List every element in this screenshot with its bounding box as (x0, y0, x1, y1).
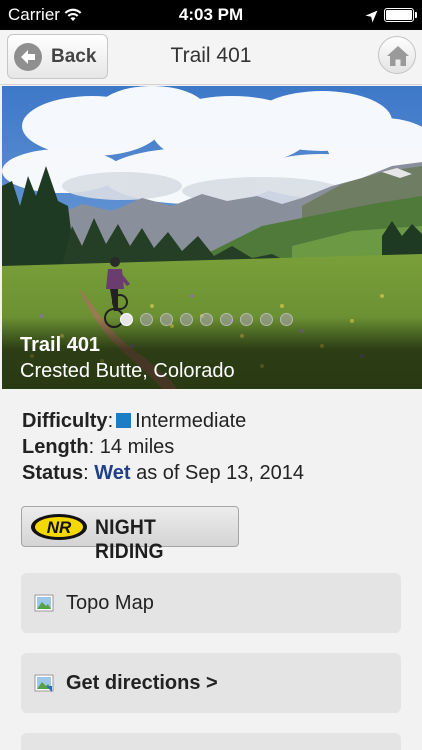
topo-map-button[interactable]: Topo Map (21, 573, 401, 633)
status-row: Status: Wet as of Sep 13, 2014 (22, 462, 305, 484)
carousel-dot[interactable] (280, 313, 293, 326)
map-image-icon (34, 594, 54, 612)
carousel-dot[interactable] (240, 313, 253, 326)
back-arrow-icon (14, 42, 42, 71)
length-label: Length (22, 436, 89, 458)
get-directions-button[interactable]: Get directions > (21, 653, 401, 713)
carousel-dot[interactable] (260, 313, 273, 326)
clock-label: 4:03 PM (178, 5, 244, 24)
night-riding-label: NIGHT RIDING (95, 516, 164, 563)
status-value: Wet (94, 462, 131, 484)
home-icon (387, 46, 409, 66)
carousel-dot[interactable] (160, 313, 173, 326)
difficulty-label: Difficulty (22, 410, 108, 432)
hero-trail-name: Trail 401 (20, 334, 101, 356)
difficulty-value: Intermediate (135, 410, 247, 432)
trail-details: Difficulty: Intermediate Length: 14 miles… (22, 408, 304, 486)
night-riding-badge[interactable]: NR NIGHT RIDING (21, 506, 239, 563)
carousel-dot[interactable] (140, 313, 153, 326)
back-button[interactable]: Back (7, 34, 108, 79)
carousel-page-indicator[interactable] (2, 313, 422, 326)
status-bar: Carrier 4:03 PM (0, 0, 422, 30)
location-arrow-icon (365, 8, 378, 28)
length-value: 14 miles (99, 436, 175, 458)
badge-logo-text: NR (47, 518, 72, 537)
trail-photo-carousel[interactable]: Trail 401 Crested Butte, Colorado (2, 86, 422, 389)
difficulty-color-icon (116, 413, 132, 428)
get-directions-label: Get directions > (66, 671, 218, 694)
carousel-dot[interactable] (180, 313, 193, 326)
difficulty-row: Difficulty: Intermediate (22, 410, 247, 432)
directions-image-icon (34, 674, 54, 692)
battery-icon (384, 8, 417, 22)
topo-map-label: Topo Map (66, 591, 154, 614)
back-button-label: Back (51, 45, 97, 67)
home-button[interactable] (378, 36, 416, 74)
carousel-dot[interactable] (200, 313, 213, 326)
navigation-bar: Back Trail 401 (0, 30, 422, 85)
night-riding-logo-icon: NR (31, 514, 87, 540)
next-action-cell[interactable] (21, 733, 401, 750)
status-date: as of Sep 13, 2014 (136, 462, 305, 484)
carousel-dot[interactable] (120, 313, 133, 326)
carousel-dot[interactable] (220, 313, 233, 326)
status-label: Status (22, 462, 84, 484)
hero-location: Crested Butte, Colorado (20, 360, 235, 382)
length-row: Length: 14 miles (22, 436, 175, 458)
